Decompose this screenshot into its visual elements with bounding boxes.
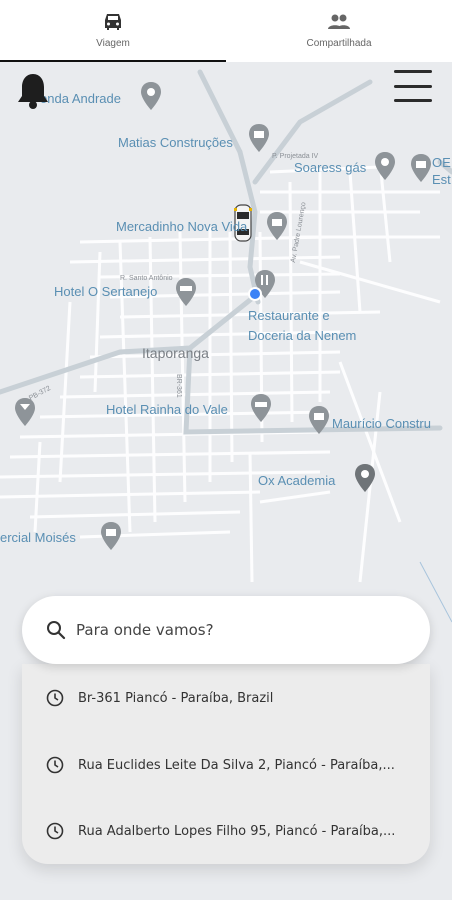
map-label: Hotel Rainha do Vale xyxy=(106,402,228,417)
store-pin-icon[interactable] xyxy=(248,124,270,152)
store-pin-icon[interactable] xyxy=(266,212,288,240)
recent-place-item[interactable]: Rua Euclides Leite Da Silva 2, Piancó - … xyxy=(22,745,430,785)
recent-place-text: Br-361 Piancó - Paraíba, Brazil xyxy=(78,690,274,706)
menu-line xyxy=(394,70,432,73)
map-label: Est xyxy=(432,172,451,187)
map-label: ercial Moisés xyxy=(0,530,76,545)
recent-place-text: Rua Adalberto Lopes Filho 95, Piancó - P… xyxy=(78,823,396,839)
clock-icon xyxy=(46,756,64,774)
car-icon xyxy=(105,14,121,30)
map-label: Maurício Constru xyxy=(332,416,431,431)
user-location-dot xyxy=(248,287,262,301)
search-placeholder: Para onde vamos? xyxy=(76,621,214,639)
map-label: onda Andrade xyxy=(40,91,121,106)
clock-icon xyxy=(46,822,64,840)
hotel-pin-icon[interactable] xyxy=(175,278,197,306)
map-label: R. Santo Antônio xyxy=(120,275,173,282)
hotel-pin-icon[interactable] xyxy=(250,394,272,422)
clock-icon xyxy=(46,689,64,707)
bell-icon[interactable] xyxy=(16,72,50,110)
map-label: Itaporanga xyxy=(142,345,209,361)
tab-label: Compartilhada xyxy=(306,38,372,49)
map-label: Hotel O Sertanejo xyxy=(54,284,158,299)
recent-place-item[interactable]: Br-361 Piancó - Paraíba, Brazil xyxy=(22,678,430,718)
group-icon xyxy=(328,14,350,29)
menu-line xyxy=(394,84,432,88)
recent-place-item[interactable]: Rua Adalberto Lopes Filho 95, Piancó - P… xyxy=(22,811,430,851)
tab-compartilhada[interactable]: Compartilhada xyxy=(226,0,452,62)
map-label: P. Projetada IV xyxy=(272,153,319,160)
map-label: Matias Construções xyxy=(118,135,233,150)
menu-button[interactable] xyxy=(394,70,432,102)
store-pin-icon[interactable] xyxy=(308,406,330,434)
search-icon xyxy=(47,621,66,640)
bar-pin-icon[interactable] xyxy=(14,398,36,426)
map-label: Mercadinho Nova Vida xyxy=(116,219,248,234)
map-label: BR-361 xyxy=(175,374,182,398)
menu-line xyxy=(394,99,432,102)
store-pin-icon[interactable] xyxy=(100,522,122,550)
map-label: Restaurante e xyxy=(248,308,330,323)
search-bar[interactable]: Para onde vamos? xyxy=(22,596,430,664)
gym-pin-icon[interactable] xyxy=(354,464,376,492)
museum-pin-icon[interactable] xyxy=(410,154,432,182)
tab-viagem[interactable]: Viagem xyxy=(0,0,226,62)
map-label: Ox Academia xyxy=(258,473,336,488)
map-label: Doceria da Nenem xyxy=(248,328,357,343)
map-label: Soaress gás xyxy=(294,160,367,175)
poi-pin-icon[interactable] xyxy=(140,82,162,110)
tab-label: Viagem xyxy=(96,38,130,49)
map-label: OE xyxy=(432,155,451,170)
poi-pin-icon[interactable] xyxy=(374,152,396,180)
top-tab-bar: Viagem Compartilhada xyxy=(0,0,452,62)
recent-place-text: Rua Euclides Leite Da Silva 2, Piancó - … xyxy=(78,757,395,773)
